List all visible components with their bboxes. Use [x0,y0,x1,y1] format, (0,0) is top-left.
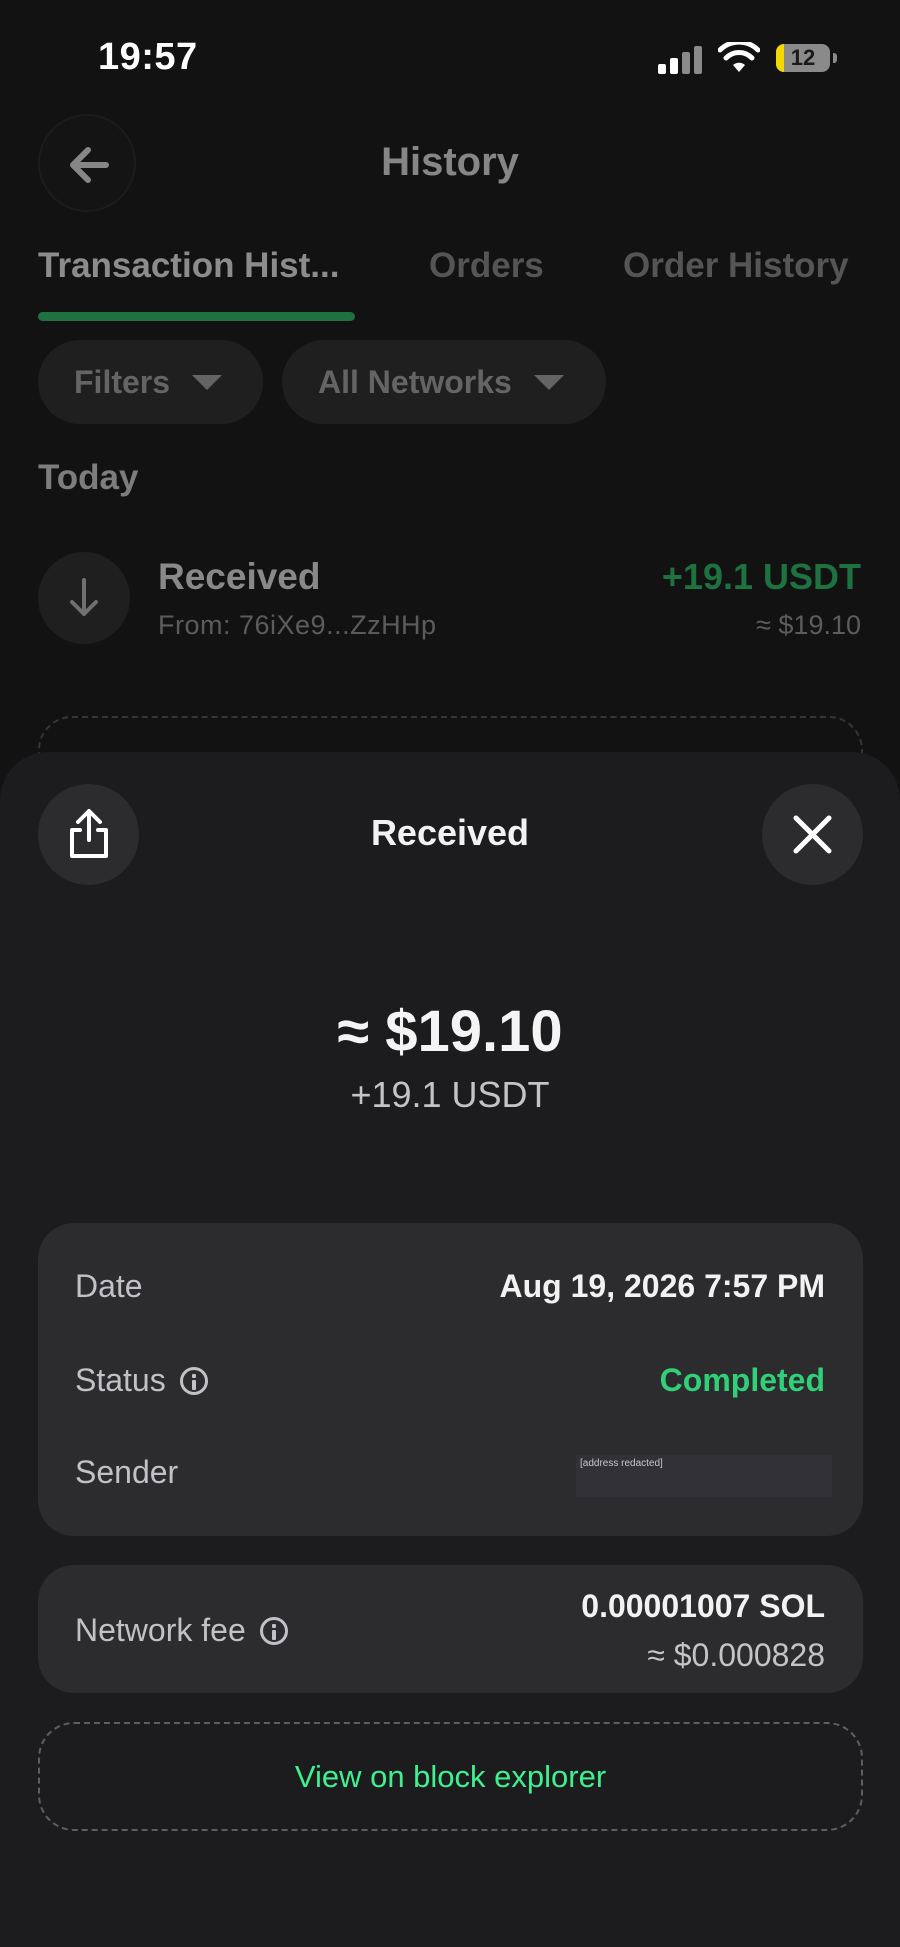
filters-label: Filters [74,363,171,400]
close-icon [793,815,832,854]
status-label: Status [75,1362,166,1398]
filters-dropdown[interactable]: Filters [38,340,263,424]
token-amount: +19.1 USDT [350,1074,550,1115]
close-button[interactable] [762,784,863,885]
fee-value: 0.00001007 SOL [581,1588,825,1624]
caret-down-icon [192,374,223,390]
fee-row-label: Network fee [75,1612,288,1649]
status-time: 19:57 [98,36,198,78]
section-header: Today [38,458,139,497]
info-icon[interactable] [179,1366,208,1395]
fee-usd-value: ≈ $0.000828 [647,1637,825,1673]
battery-level: 12 [790,45,816,70]
cellular-signal-icon [658,44,704,74]
date-label: Date [75,1268,143,1304]
sender-address-text: [address redacted] [580,1458,663,1469]
view-on-explorer-button[interactable]: View on block explorer [38,1722,863,1831]
usd-amount: ≈ $19.10 [337,999,563,1064]
transaction-sender: From: 76iXe9...ZzHHp [158,610,437,640]
status-badge: Completed [659,1362,825,1398]
tab-transaction-history[interactable]: Transaction Hist... [38,246,339,286]
battery-icon: 12 [776,44,838,74]
tab-orders[interactable]: Orders [429,246,544,286]
status-row-label: Status [75,1362,208,1399]
info-icon[interactable] [259,1616,288,1645]
page-title: History [381,140,519,184]
transaction-amount: +19.1 USDT [661,556,861,597]
sender-address: [address redacted] [576,1455,832,1497]
tab-order-history[interactable]: Order History [623,246,849,286]
transaction-title: Received [158,556,321,597]
active-tab-indicator [38,312,355,321]
networks-label: All Networks [318,363,512,400]
sender-label: Sender [75,1454,179,1490]
date-value: Aug 19, 2026 7:57 PM [499,1268,825,1304]
transaction-usd-value: ≈ $19.10 [756,610,861,640]
fee-label: Network fee [75,1612,246,1648]
caret-down-icon [533,374,564,390]
arrow-down-icon [38,552,130,644]
wifi-icon [717,39,761,74]
networks-dropdown[interactable]: All Networks [282,340,606,424]
